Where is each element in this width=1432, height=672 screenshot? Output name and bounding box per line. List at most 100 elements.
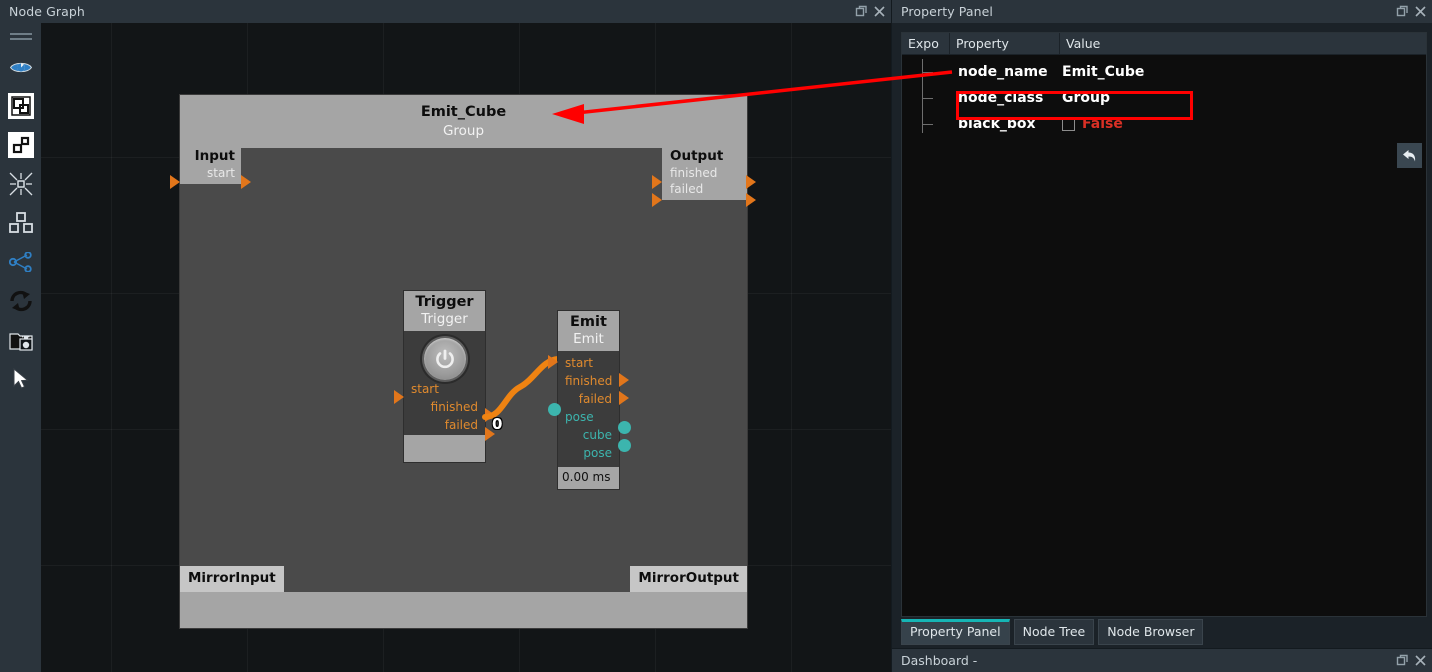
emit-node-name: Emit [570, 314, 607, 330]
application-window: Node Graph Emit_Cube Group Input start O… [0, 0, 1432, 672]
cursor-icon[interactable] [7, 366, 35, 392]
mirror-output-box[interactable]: MirrorOutput [630, 565, 747, 592]
group-input-port-start[interactable]: start [186, 165, 235, 181]
column-header-value[interactable]: Value [1060, 33, 1426, 54]
property-value[interactable]: Group [1062, 90, 1110, 106]
frame-all-icon[interactable] [7, 93, 34, 119]
group-input-internal-arrow-icon[interactable] [241, 175, 251, 189]
float-icon[interactable] [1395, 653, 1410, 668]
frame-selected-icon[interactable] [7, 132, 34, 158]
group-output-external-arrow-finished-icon[interactable] [746, 175, 756, 189]
property-row-node-class[interactable]: node_class Group [902, 85, 1426, 111]
emit-node-class: Emit [573, 331, 604, 348]
group-input-title: Input [194, 148, 235, 164]
layout-nodes-icon[interactable] [7, 210, 35, 236]
group-output-internal-arrow-failed-icon[interactable] [652, 193, 662, 207]
trigger-node[interactable]: Trigger Trigger start finished failed [394, 291, 495, 463]
column-header-expo[interactable]: Expo [902, 33, 950, 54]
expo-cell[interactable] [902, 59, 950, 85]
property-panel-tabbar: Property Panel Node Tree Node Browser [892, 617, 1432, 648]
undo-icon[interactable] [1397, 143, 1422, 168]
close-icon[interactable] [1413, 653, 1428, 668]
screenshot-icon[interactable] [7, 327, 35, 353]
group-output-port-failed[interactable]: failed [668, 181, 741, 197]
property-panel-dock: Property Panel Expo Property Value node_… [891, 0, 1432, 672]
property-value-text: Group [1062, 90, 1111, 106]
property-rows: node_name Emit_Cube node_class Group bla… [902, 55, 1426, 137]
tab-node-browser[interactable]: Node Browser [1098, 619, 1204, 645]
node-graph-titlebar: Node Graph [0, 0, 891, 23]
emit-pose-in-dot-icon[interactable] [548, 403, 561, 416]
group-node-header: Emit_Cube Group [180, 95, 747, 148]
close-icon[interactable] [1413, 4, 1428, 19]
emit-finished-arrow-icon[interactable] [619, 373, 629, 387]
node-graph-title: Node Graph [9, 4, 85, 19]
property-panel-title: Property Panel [901, 4, 993, 19]
property-name: black_box [958, 116, 1036, 132]
power-button[interactable] [423, 338, 466, 381]
dashboard-window-buttons [1395, 653, 1428, 668]
emit-port-pose-in[interactable]: pose [558, 408, 619, 426]
emit-port-cube-out[interactable]: cube [558, 426, 619, 444]
grip-handle[interactable] [9, 31, 32, 41]
group-input-external-arrow-icon[interactable] [170, 175, 180, 189]
trigger-node-body: start finished failed [404, 331, 485, 435]
emit-port-finished[interactable]: finished [558, 372, 619, 390]
trigger-node-footer [404, 435, 485, 463]
mirror-input-box[interactable]: MirrorInput [180, 565, 284, 592]
property-value-text: Emit_Cube [1062, 64, 1145, 80]
column-header-property[interactable]: Property [950, 33, 1060, 54]
emit-port-pose-out[interactable]: pose [558, 444, 619, 462]
property-panel-window-buttons [1395, 4, 1428, 19]
tab-node-tree[interactable]: Node Tree [1013, 619, 1095, 645]
emit-node-time: 0.00 ms [558, 467, 619, 489]
expo-cell[interactable] [902, 85, 950, 111]
collapse-icon[interactable] [7, 171, 35, 197]
emit-failed-arrow-icon[interactable] [619, 391, 629, 405]
tab-property-panel[interactable]: Property Panel [901, 619, 1010, 645]
trigger-node-class: Trigger [421, 311, 468, 328]
property-table: Expo Property Value node_name Emit_Cube [901, 32, 1427, 617]
group-output-box: Output finished failed [662, 147, 747, 200]
property-row-black-box[interactable]: black_box False [902, 111, 1426, 137]
group-output-title: Output [670, 148, 724, 164]
trigger-node-name: Trigger [415, 294, 474, 310]
property-value[interactable]: False [1062, 116, 1123, 132]
trigger-port-start[interactable]: start [404, 380, 485, 398]
emit-port-failed[interactable]: failed [558, 390, 619, 408]
share-graph-icon[interactable] [7, 249, 35, 275]
group-node-emit-cube[interactable]: Emit_Cube Group Input start Output finis… [170, 95, 756, 628]
emit-cube-out-dot-icon[interactable] [618, 421, 631, 434]
group-output-external-arrow-failed-icon[interactable] [746, 193, 756, 207]
graph-canvas[interactable]: Emit_Cube Group Input start Output finis… [41, 23, 891, 672]
trigger-port-finished[interactable]: finished [404, 398, 485, 416]
node-graph-window-buttons [854, 4, 887, 19]
eye-icon[interactable] [7, 54, 35, 80]
property-name: node_name [958, 64, 1048, 80]
emit-pose-out-dot-icon[interactable] [618, 439, 631, 452]
float-icon[interactable] [854, 4, 869, 19]
wire-label: 0 [492, 415, 503, 433]
close-icon[interactable] [872, 4, 887, 19]
property-row-node-name[interactable]: node_name Emit_Cube [902, 59, 1426, 85]
property-name: node_class [958, 90, 1044, 106]
property-panel-titlebar: Property Panel [892, 0, 1432, 23]
emit-node[interactable]: Emit Emit start finished failed pose cub… [548, 311, 631, 489]
property-value[interactable]: Emit_Cube [1062, 64, 1144, 80]
expo-cell[interactable] [902, 111, 950, 137]
property-table-header: Expo Property Value [902, 33, 1426, 55]
trigger-start-arrow-icon[interactable] [394, 390, 404, 404]
graph-toolbar [0, 23, 41, 672]
group-output-port-finished[interactable]: finished [668, 165, 741, 181]
group-node-footer [180, 592, 747, 628]
refresh-icon[interactable] [7, 288, 35, 314]
trigger-node-header: Trigger Trigger [404, 291, 485, 332]
emit-port-start[interactable]: start [558, 354, 619, 372]
float-icon[interactable] [1395, 4, 1410, 19]
group-node-class: Group [442, 122, 485, 139]
emit-start-arrow-icon[interactable] [548, 355, 558, 369]
graph-body: Emit_Cube Group Input start Output finis… [0, 23, 891, 672]
black-box-checkbox[interactable] [1062, 117, 1075, 131]
group-output-internal-arrow-finished-icon[interactable] [652, 175, 662, 189]
trigger-port-failed[interactable]: failed [404, 416, 485, 434]
